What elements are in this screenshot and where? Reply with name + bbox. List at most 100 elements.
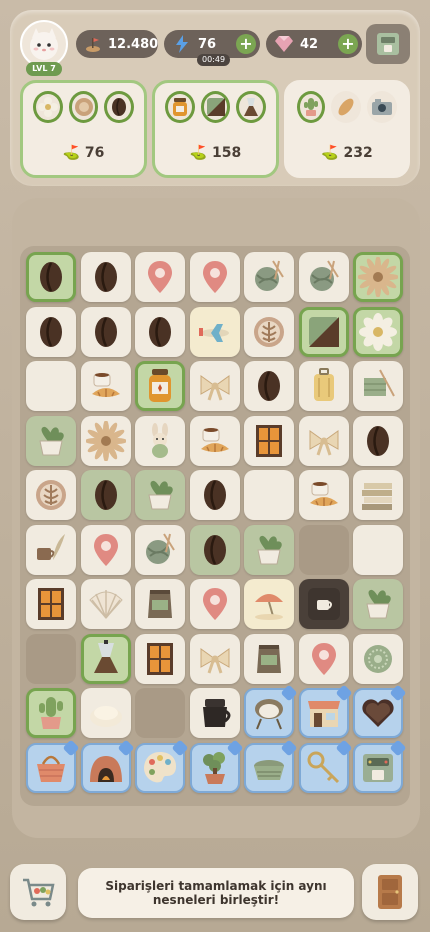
board-tile[interactable] [298, 739, 352, 793]
board-tile[interactable] [189, 579, 240, 629]
board-tile[interactable] [135, 361, 185, 411]
board-tile[interactable] [244, 633, 294, 684]
add-energy-button[interactable]: + [236, 34, 256, 54]
board-tile[interactable] [80, 579, 131, 629]
board-tile[interactable] [244, 739, 298, 793]
moon-icon [370, 535, 384, 564]
cactus-icon [39, 697, 63, 729]
board-tile[interactable] [135, 739, 189, 793]
board-tile[interactable] [353, 361, 403, 411]
cat-avatar-icon [30, 28, 58, 60]
board-tile[interactable] [135, 579, 185, 629]
board-tile[interactable] [353, 524, 403, 575]
board-tile[interactable] [80, 252, 131, 302]
board-tile[interactable] [353, 415, 403, 466]
board-tile[interactable] [353, 470, 403, 520]
board-tile[interactable] [135, 415, 185, 466]
shop-cart-button[interactable] [10, 864, 66, 920]
shopping-cart-icon [23, 878, 55, 907]
board-tile[interactable] [135, 633, 185, 684]
board-tile[interactable] [244, 470, 294, 520]
order-card-2[interactable]: ⛳ 158 [152, 80, 279, 178]
coffee-bean-icon [94, 316, 117, 347]
board-tile[interactable] [26, 415, 76, 466]
level-badge: LVL 7 [26, 62, 62, 76]
board-tile[interactable] [26, 470, 76, 520]
plane-icon [198, 323, 229, 342]
board-tile[interactable] [135, 252, 185, 302]
empty-cell[interactable] [298, 524, 349, 575]
board-tile[interactable] [189, 415, 240, 466]
player-avatar[interactable] [20, 20, 68, 68]
board-tile[interactable] [298, 633, 349, 684]
board-tile[interactable] [135, 306, 185, 357]
board-tile[interactable] [189, 524, 240, 575]
board-tile[interactable] [353, 579, 403, 629]
board-tile[interactable] [244, 524, 294, 575]
board-tile[interactable] [244, 415, 294, 466]
bow-icon [200, 375, 229, 401]
cup-feather-icon [37, 533, 65, 560]
board-tile[interactable] [189, 688, 240, 738]
board-tile[interactable] [353, 739, 407, 793]
board-tile[interactable] [353, 252, 403, 302]
order-item-cactus [297, 91, 325, 123]
board-tile[interactable] [244, 252, 294, 302]
board-tile[interactable] [353, 633, 403, 684]
pinecone-icon [74, 98, 93, 116]
board-tile[interactable] [244, 361, 294, 411]
board-tile[interactable] [189, 739, 243, 793]
board-tile[interactable] [244, 684, 298, 738]
board-tile[interactable] [353, 306, 403, 357]
board-tile[interactable] [26, 688, 76, 738]
board-tile[interactable] [298, 470, 349, 520]
board-tile[interactable] [298, 306, 349, 357]
board-tile[interactable] [298, 252, 349, 302]
board-tile[interactable] [80, 361, 131, 411]
empty-cell[interactable] [135, 688, 185, 738]
yarn-ball-icon [255, 260, 284, 291]
board-tile[interactable] [80, 688, 131, 738]
board-tile[interactable] [353, 684, 407, 738]
key-icon [307, 751, 339, 783]
board-tile[interactable] [26, 524, 76, 575]
board-tile[interactable] [26, 306, 76, 357]
order-card-3[interactable]: ⛳ 232 [284, 80, 410, 178]
board-tile[interactable] [244, 306, 294, 357]
coffee-machine-icon [363, 753, 393, 782]
board-tile[interactable] [189, 306, 240, 357]
board-tile[interactable] [80, 470, 131, 520]
board-tile[interactable] [80, 739, 134, 793]
coffee-bean-icon [112, 98, 127, 116]
board-tile[interactable] [189, 252, 240, 302]
coffee-machine-button[interactable] [366, 24, 410, 64]
exit-door-button[interactable] [362, 864, 418, 920]
window-icon [38, 588, 64, 620]
add-gems-button[interactable]: + [338, 34, 358, 54]
board-tile[interactable] [244, 579, 294, 629]
board-tile[interactable] [80, 524, 131, 575]
order-reward-3: ⛳ 232 [321, 145, 373, 161]
board-tile[interactable] [80, 415, 131, 466]
board-tile[interactable] [26, 252, 76, 302]
board-tile[interactable] [189, 361, 240, 411]
board-tile[interactable] [189, 633, 240, 684]
board-tile[interactable] [135, 524, 185, 575]
board-tile[interactable] [80, 633, 131, 684]
order-card-1[interactable]: ⛳ 76 [20, 80, 147, 178]
board-tile[interactable] [298, 579, 349, 629]
board-tile[interactable] [298, 684, 352, 738]
board-tile[interactable] [298, 361, 349, 411]
coffee-bean-icon [203, 534, 226, 565]
empty-cell[interactable] [26, 633, 76, 684]
board-tile[interactable] [26, 361, 76, 411]
board-tile[interactable] [80, 306, 131, 357]
pinecone-icon [358, 257, 398, 297]
board-tile[interactable] [189, 470, 240, 520]
wicker-basket-icon [254, 759, 284, 780]
board-tile[interactable] [26, 739, 80, 793]
board-tile[interactable] [135, 470, 185, 520]
map-pin-icon [93, 533, 118, 566]
board-tile[interactable] [298, 415, 349, 466]
board-tile[interactable] [26, 579, 76, 629]
